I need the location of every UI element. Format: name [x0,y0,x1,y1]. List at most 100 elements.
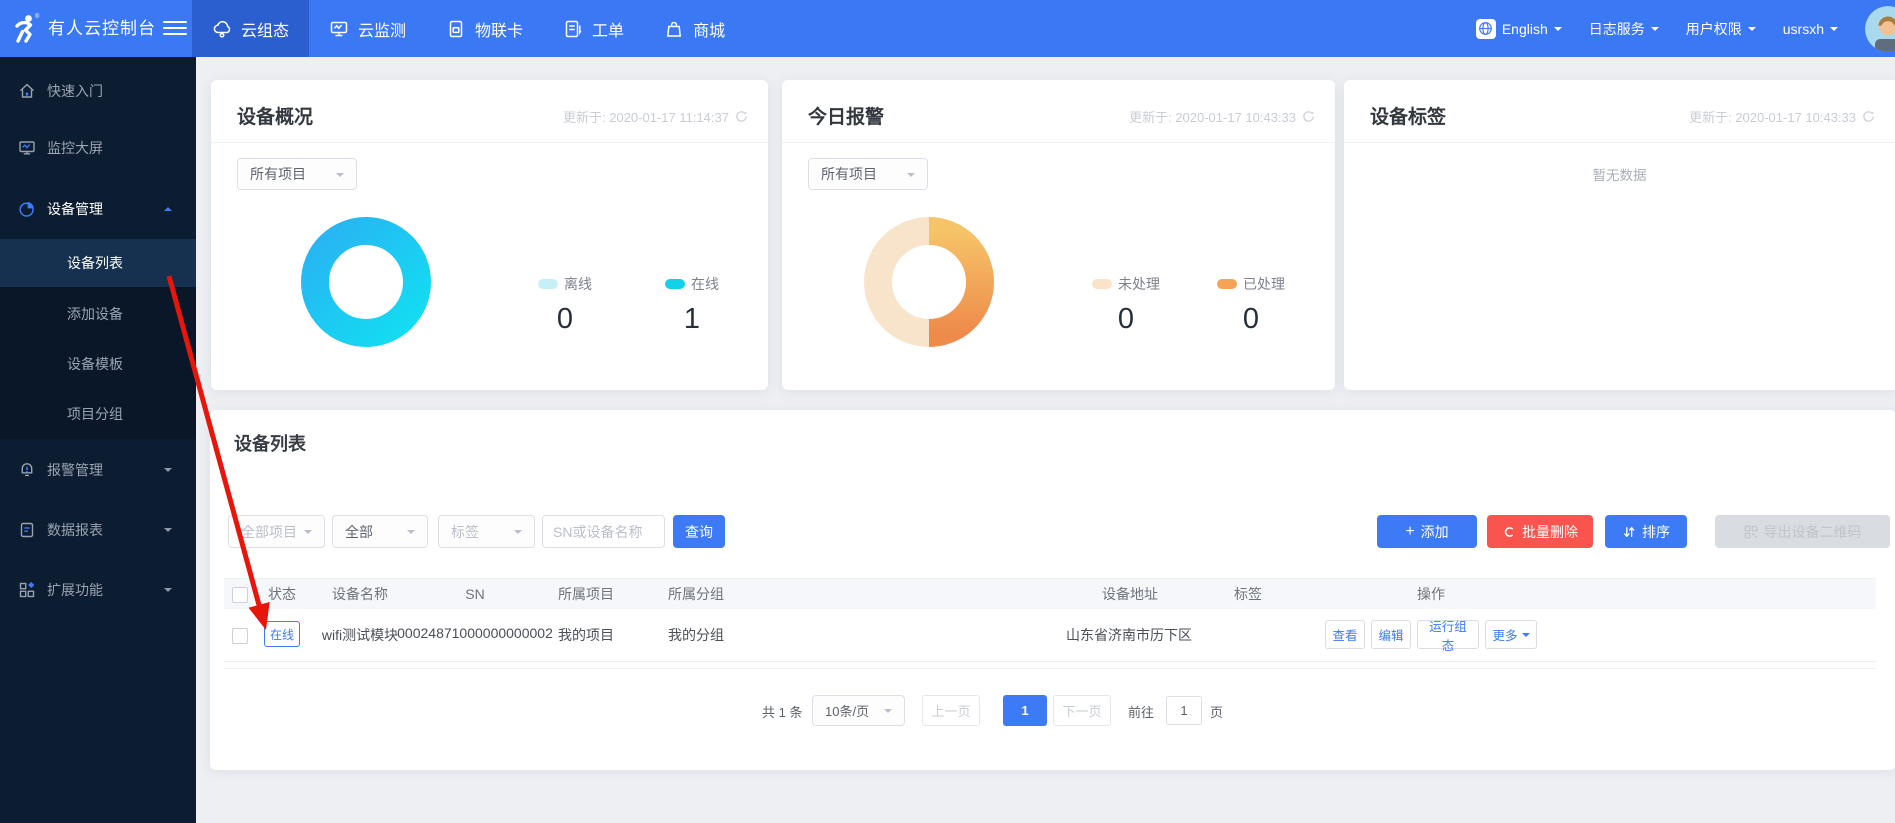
export-qr-label: 导出设备二维码 [1763,523,1862,540]
next-page-button[interactable]: 下一页 [1053,695,1111,726]
top-nav: 云组态 云监测 物联卡 工单 商城 [192,0,745,57]
sidebar-subitem-label: 设备模板 [67,356,123,372]
legend-label: 未处理 [1118,276,1160,292]
status-badge[interactable]: 在线 [264,621,300,647]
refresh-icon[interactable] [735,110,748,123]
filter-project-select[interactable]: 全部项目 [228,515,325,548]
tab-work-order[interactable]: 工单 [543,0,644,57]
project-filter-select[interactable]: 所有项目 [808,158,928,190]
sidebar-item-project-group[interactable]: 项目分组 [0,389,196,439]
select-all-checkbox[interactable] [232,587,248,603]
user-menu[interactable]: usrsxh [1783,21,1838,37]
shop-icon [667,21,682,37]
sidebar-item-label: 监控大屏 [47,140,103,156]
tab-cloud-scada[interactable]: 云组态 [192,0,310,57]
chevron-down-icon [1650,26,1659,35]
usr-cloud-console: ® 有人云控制台 云组态 云监测 物联卡 工单 商城 English 日志服务 … [0,0,1895,823]
user-permission-label: 用户权限 [1685,20,1742,37]
card-updated: 更新于: 2020-01-17 11:14:37 [563,107,748,126]
log-service-menu[interactable]: 日志服务 [1589,19,1659,39]
col-tag: 标签 [1234,586,1262,602]
refresh-icon[interactable] [1302,110,1315,123]
cloud-scada-icon [213,20,231,38]
device-tags-card: 设备标签 更新于: 2020-01-17 10:43:33 暂无数据 [1344,80,1895,390]
batch-delete-button[interactable]: 批量删除 [1487,515,1593,548]
legend-label: 已处理 [1243,276,1285,292]
row-checkbox[interactable] [232,628,248,644]
search-input[interactable] [542,515,665,548]
add-label: 添加 [1420,523,1449,540]
page-size-select[interactable]: 10条/页 [812,695,905,726]
home-icon [20,83,34,98]
today-alarm-card: 今日报警 更新于: 2020-01-17 10:43:33 所有项目 未处理 0… [782,80,1335,390]
cell-device-name: wifi测试模块 [321,627,399,643]
sidebar-item-add-device[interactable]: 添加设备 [0,289,196,339]
select-value: 所有项目 [250,166,306,182]
more-button[interactable]: 更多 [1485,620,1537,649]
legend-unhandled: 未处理 0 [1090,274,1162,336]
language-menu[interactable]: English [1475,18,1562,39]
tab-label: 工单 [592,22,625,40]
log-service-label: 日志服务 [1588,20,1645,37]
sidebar-item-device-management[interactable]: 设备管理 [0,189,196,229]
current-page-label: 1 [1021,703,1029,718]
query-label: 查询 [685,523,713,540]
col-device-name: 设备名称 [332,586,388,602]
sidebar-item-device-list[interactable]: 设备列表 [0,239,196,287]
sidebar-toggle-icon[interactable] [163,21,187,36]
sort-label: 排序 [1642,523,1670,540]
sidebar-item-device-template[interactable]: 设备模板 [0,339,196,389]
alarm-bell-icon [21,463,33,477]
updated-text: 更新于: 2020-01-17 10:43:33 [1129,110,1296,125]
svg-text:®: ® [35,13,40,20]
qr-code-icon [1744,525,1757,538]
query-button[interactable]: 查询 [673,515,725,548]
iot-sim-card-icon [449,20,463,37]
tab-cloud-monitor[interactable]: 云监测 [309,0,426,57]
card-updated: 更新于: 2020-01-17 10:43:33 [1129,107,1315,126]
add-button[interactable]: + 添加 [1377,515,1477,548]
sidebar-item-quick-start[interactable]: 快速入门 [0,71,196,111]
tab-shop[interactable]: 商城 [644,0,745,57]
sidebar-item-extensions[interactable]: 扩展功能 [0,570,196,610]
empty-data-text: 暂无数据 [1592,168,1647,183]
avatar[interactable] [1865,5,1895,52]
filter-status-select[interactable]: 全部 [332,515,428,548]
run-scada-button[interactable]: 运行组态 [1417,620,1479,653]
chevron-down-icon [1830,26,1838,35]
prev-page-button[interactable]: 上一页 [922,695,980,726]
batch-delete-label: 批量删除 [1522,523,1578,540]
divider [782,142,1335,143]
goto-unit: 页 [1210,705,1224,720]
goto-page-input[interactable] [1166,696,1202,725]
legend-value: 0 [1242,303,1260,335]
current-page-button[interactable]: 1 [1003,695,1047,726]
edit-button[interactable]: 编辑 [1371,620,1411,649]
sidebar-item-monitor-screen[interactable]: 监控大屏 [0,128,196,168]
tab-label: 云组态 [241,22,290,40]
project-filter-select[interactable]: 所有项目 [237,158,357,190]
sidebar-item-data-report[interactable]: 数据报表 [0,510,196,550]
user-permission-menu[interactable]: 用户权限 [1686,19,1756,39]
legend-handled: 已处理 0 [1215,274,1287,336]
topbar: ® 有人云控制台 云组态 云监测 物联卡 工单 商城 English 日志服务 … [0,0,1895,57]
tab-iot-sim[interactable]: 物联卡 [426,0,543,57]
refresh-icon[interactable] [1862,110,1875,123]
col-status: 状态 [268,586,296,602]
run-scada-label: 运行组态 [1429,619,1467,653]
export-qr-button[interactable]: 导出设备二维码 [1715,515,1890,548]
sort-button[interactable]: 排序 [1605,515,1687,548]
col-sn: SN [465,586,485,602]
filter-tag-select[interactable]: 标签 [438,515,535,548]
view-button[interactable]: 查看 [1325,620,1365,649]
sidebar-item-label: 快速入门 [47,83,103,99]
legend-label: 离线 [564,276,592,292]
table-header: 状态 设备名称 SN 所属项目 所属分组 设备地址 标签 操作 [224,578,1876,609]
pagination-total: 共 1 条 [762,705,803,720]
sidebar-item-label: 扩展功能 [47,582,103,598]
username-label: usrsxh [1782,20,1824,37]
sidebar-item-alarm-management[interactable]: 报警管理 [0,450,196,490]
table-bottom-border [224,668,1876,669]
device-management-submenu: 设备列表 添加设备 设备模板 项目分组 [0,239,196,439]
more-label: 更多 [1492,629,1518,643]
